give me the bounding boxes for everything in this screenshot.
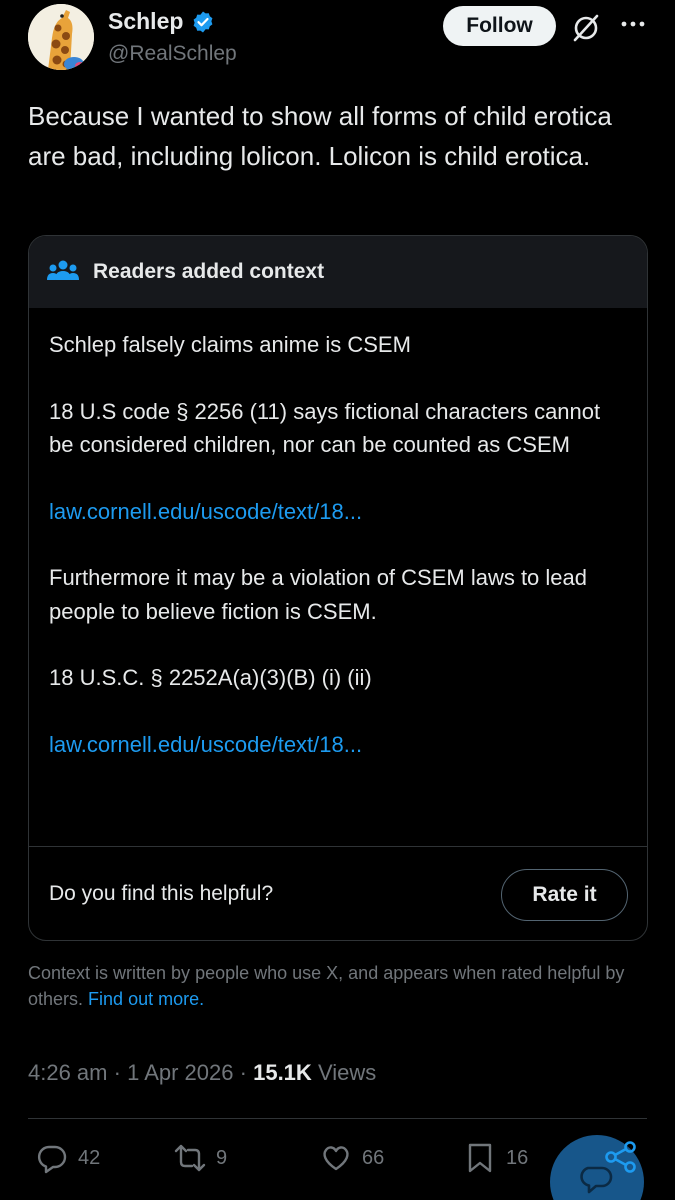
- follow-button[interactable]: Follow: [443, 6, 556, 46]
- views-count[interactable]: 15.1K: [253, 1060, 312, 1085]
- note-paragraph: Schlep falsely claims anime is CSEM: [49, 332, 411, 357]
- note-paragraph: Furthermore it may be a violation of CSE…: [49, 565, 588, 624]
- reply-button[interactable]: 42: [36, 1142, 100, 1174]
- heart-icon: [323, 1146, 349, 1171]
- bookmark-button[interactable]: 16: [464, 1142, 528, 1174]
- note-header-title: Readers added context: [93, 260, 325, 283]
- note-body: Schlep falsely claims anime is CSEM 18 U…: [29, 308, 647, 761]
- more-options-icon[interactable]: [618, 14, 648, 34]
- note-paragraph: 18 U.S.C. § 2252A(a)(3)(B) (i) (ii): [49, 665, 372, 690]
- context-footer: Context is written by people who use X, …: [28, 960, 628, 1012]
- separator-dot: ·: [113, 1060, 128, 1085]
- divider: [29, 846, 647, 847]
- community-note-header: Readers added context: [29, 236, 647, 308]
- reply-count: 42: [78, 1146, 101, 1169]
- bookmark-count: 16: [506, 1146, 529, 1169]
- people-icon: [47, 260, 79, 280]
- avatar[interactable]: [28, 4, 94, 70]
- post-date[interactable]: 1 Apr 2026: [127, 1060, 233, 1085]
- note-source-link[interactable]: law.cornell.edu/uscode/text/18...: [49, 495, 627, 529]
- display-name[interactable]: Schlep: [108, 8, 183, 35]
- share-icon[interactable]: [604, 1140, 638, 1174]
- tweet-text: Because I wanted to show all forms of ch…: [28, 101, 612, 171]
- repost-count: 9: [216, 1146, 228, 1169]
- giraffe-avatar-image: [28, 4, 94, 70]
- separator-dot: ·: [239, 1060, 254, 1085]
- tweet-header: Schlep @RealSchlep Follow: [28, 4, 655, 74]
- like-button[interactable]: 66: [320, 1142, 384, 1174]
- timestamp-row: 4:26 am · 1 Apr 2026 · 15.1K Views: [28, 1060, 376, 1086]
- tweet-detail-page: Schlep @RealSchlep Follow Because I want…: [0, 0, 675, 1200]
- note-paragraph: 18 U.S code § 2256 (11) says fictional c…: [49, 398, 601, 458]
- reply-icon: [37, 1145, 67, 1174]
- note-source-link[interactable]: law.cornell.edu/uscode/text/18...: [49, 728, 627, 762]
- user-handle[interactable]: @RealSchlep: [108, 42, 237, 66]
- divider: [28, 1118, 647, 1119]
- verified-badge-icon[interactable]: [191, 10, 215, 34]
- views-label: Views: [317, 1060, 377, 1085]
- find-out-more-link[interactable]: Find out more.: [88, 989, 204, 1009]
- repost-icon: [174, 1144, 206, 1172]
- rate-it-button[interactable]: Rate it: [501, 869, 628, 921]
- like-count: 66: [362, 1146, 385, 1169]
- grok-icon[interactable]: [570, 12, 602, 44]
- post-time[interactable]: 4:26 am: [28, 1060, 108, 1085]
- community-note: Readers added context Schlep falsely cla…: [28, 235, 648, 941]
- name-row: Schlep: [108, 8, 215, 35]
- repost-button[interactable]: 9: [174, 1142, 227, 1174]
- bookmark-icon: [468, 1143, 492, 1173]
- helpful-question: Do you find this helpful?: [49, 882, 274, 905]
